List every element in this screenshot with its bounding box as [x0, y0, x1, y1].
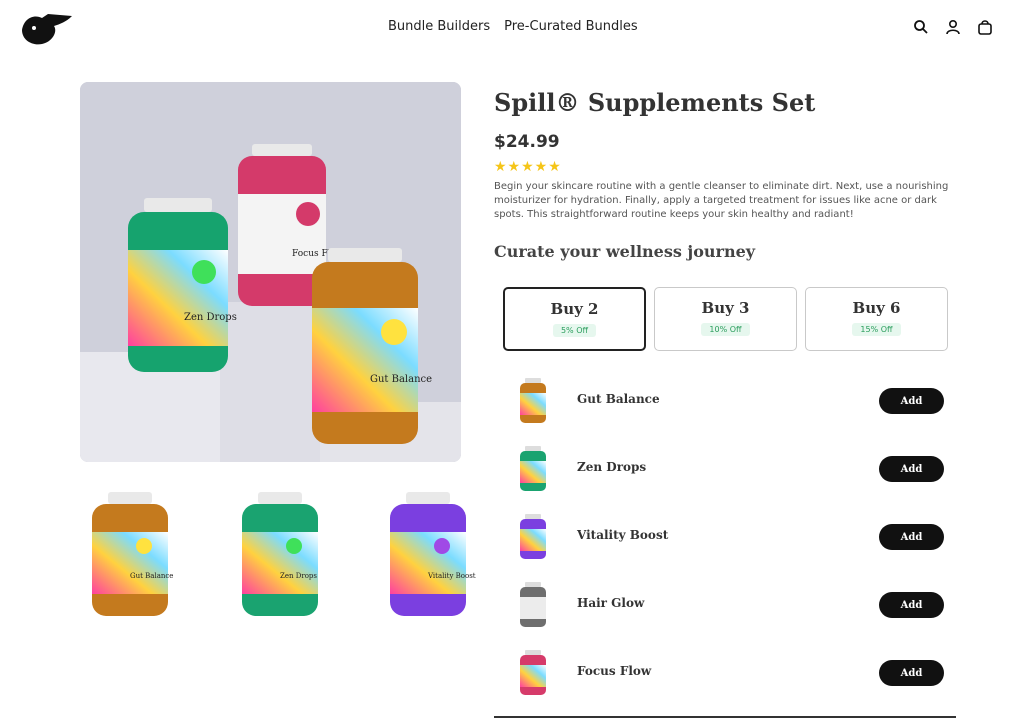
list-item-focus-flow: Focus Flow Add	[516, 645, 948, 701]
add-focus-flow-button[interactable]: Add	[879, 660, 944, 686]
bottle-icon	[516, 377, 550, 425]
list-item-hair-glow: Hair Glow Add	[516, 577, 948, 633]
add-zen-drops-button[interactable]: Add	[879, 456, 944, 482]
list-item-vitality-boost: Vitality Boost Add	[516, 509, 948, 565]
thumbnail-label: Vitality Boost	[427, 572, 476, 580]
rating-stars: ★★★★★	[494, 158, 562, 174]
item-name: Vitality Boost	[577, 528, 669, 542]
bird-logo-icon[interactable]	[18, 8, 74, 48]
hero-label-zen: Zen Drops	[184, 312, 237, 323]
site-header: Bundle Builders Pre-Curated Bundles	[0, 0, 1014, 56]
list-item-gut-balance: Gut Balance Add	[516, 373, 948, 429]
search-icon[interactable]	[912, 18, 930, 36]
header-actions	[912, 18, 994, 36]
item-name: Hair Glow	[577, 596, 645, 610]
bundle-option-buy-3[interactable]: Buy 3 10% Off	[654, 287, 797, 351]
add-hair-glow-button[interactable]: Add	[879, 592, 944, 618]
main-nav: Bundle Builders Pre-Curated Bundles	[388, 19, 638, 34]
discount-badge: 15% Off	[852, 323, 901, 336]
discount-badge: 10% Off	[701, 323, 750, 336]
item-name: Gut Balance	[577, 392, 660, 406]
product-price: $24.99	[494, 132, 560, 152]
bottle-icon	[516, 649, 550, 697]
bundle-label: Buy 2	[550, 300, 599, 318]
bottle-icon	[516, 513, 550, 561]
product-title: Spill® Supplements Set	[494, 88, 816, 117]
cart-icon[interactable]	[976, 18, 994, 36]
hero-product-image[interactable]: Focus Flow Zen Drops Gut Balance	[80, 82, 461, 462]
thumbnail-gut-balance[interactable]: Gut Balance	[80, 488, 180, 622]
discount-badge: 5% Off	[552, 324, 597, 337]
divider	[494, 716, 956, 718]
thumbnail-label: Zen Drops	[280, 572, 317, 580]
builder-section-title: Curate your wellness journey	[494, 242, 756, 261]
account-icon[interactable]	[944, 18, 962, 36]
nav-pre-curated-bundles[interactable]: Pre-Curated Bundles	[504, 19, 638, 34]
bottle-icon	[516, 581, 550, 629]
list-item-zen-drops: Zen Drops Add	[516, 441, 948, 497]
add-vitality-boost-button[interactable]: Add	[879, 524, 944, 550]
hero-label-gut: Gut Balance	[370, 374, 432, 385]
bundle-option-buy-2[interactable]: Buy 2 5% Off	[503, 287, 646, 351]
product-description: Begin your skincare routine with a gentl…	[494, 181, 949, 220]
item-name: Focus Flow	[577, 664, 652, 678]
bundle-label: Buy 6	[852, 299, 901, 317]
bundle-label: Buy 3	[701, 299, 750, 317]
item-name: Zen Drops	[577, 460, 647, 474]
thumbnail-vitality-boost[interactable]: Vitality Boost	[378, 488, 478, 622]
thumbnail-zen-drops[interactable]: Zen Drops	[230, 488, 330, 622]
bundle-option-buy-6[interactable]: Buy 6 15% Off	[805, 287, 948, 351]
add-gut-balance-button[interactable]: Add	[879, 388, 944, 414]
nav-bundle-builders[interactable]: Bundle Builders	[388, 19, 490, 34]
thumbnail-label: Gut Balance	[130, 572, 173, 580]
bottle-icon	[516, 445, 550, 493]
